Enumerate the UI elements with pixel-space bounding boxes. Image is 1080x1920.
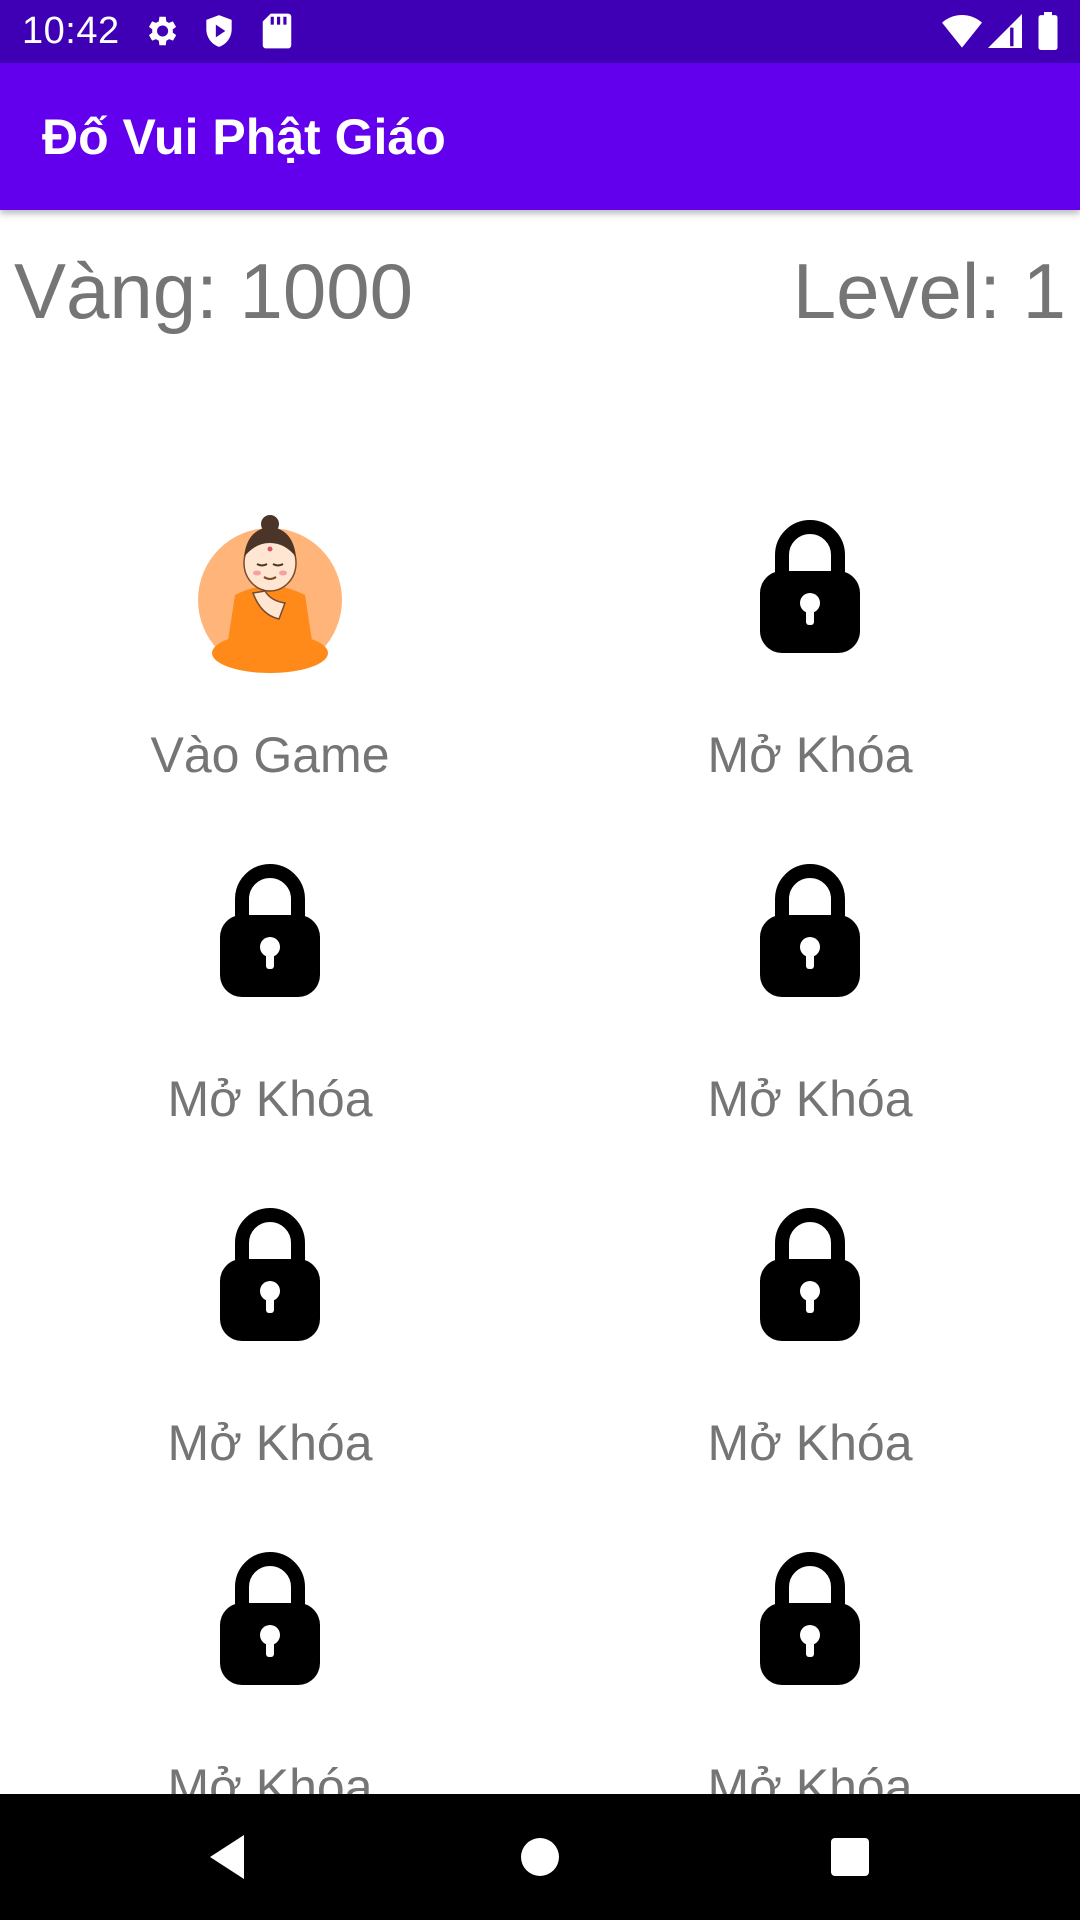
level-label: Mở Khóa	[707, 1415, 913, 1471]
navigation-bar	[0, 1794, 1080, 1920]
level-cell-locked[interactable]: Mở Khóa	[0, 844, 540, 1188]
level-label: Mở Khóa	[707, 1759, 913, 1794]
home-icon[interactable]	[510, 1827, 570, 1892]
app-title: Đố Vui Phật Giáo	[42, 109, 446, 165]
wifi-icon	[942, 12, 982, 55]
level-indicator: Level: 1	[792, 247, 1066, 335]
level-label: Mở Khóa	[707, 727, 913, 783]
status-time: 10:42	[22, 10, 120, 52]
back-icon[interactable]	[200, 1827, 260, 1892]
status-bar: 10:42	[0, 0, 1080, 63]
lock-icon	[760, 859, 860, 1002]
level-cell-locked[interactable]: Mở Khóa	[540, 1532, 1080, 1794]
level-cell-locked[interactable]: Mở Khóa	[0, 1188, 540, 1532]
level-label: Mở Khóa	[707, 1071, 913, 1127]
buddha-icon	[195, 515, 345, 680]
shield-icon	[200, 12, 238, 55]
gold-counter: Vàng: 1000	[14, 247, 414, 335]
lock-icon	[760, 1203, 860, 1346]
lock-icon	[220, 859, 320, 1002]
lock-icon	[220, 1547, 320, 1690]
gear-icon	[142, 12, 180, 55]
level-label: Mở Khóa	[167, 1759, 373, 1794]
level-label: Mở Khóa	[167, 1071, 373, 1127]
level-grid: Vào Game Mở Khóa Mở Khóa Mở Khóa Mở Khóa…	[0, 500, 1080, 1794]
level-cell-locked[interactable]: Mở Khóa	[540, 500, 1080, 844]
recents-icon[interactable]	[820, 1827, 880, 1892]
level-label: Mở Khóa	[167, 1415, 373, 1471]
lock-icon	[760, 515, 860, 658]
level-label: Vào Game	[150, 727, 390, 783]
level-cell-locked[interactable]: Mở Khóa	[0, 1532, 540, 1794]
app-bar: Đố Vui Phật Giáo	[0, 63, 1080, 210]
lock-icon	[220, 1203, 320, 1346]
level-cell-locked[interactable]: Mở Khóa	[540, 1188, 1080, 1532]
lock-icon	[760, 1547, 860, 1690]
level-cell-locked[interactable]: Mở Khóa	[540, 844, 1080, 1188]
level-cell-play[interactable]: Vào Game	[0, 500, 540, 844]
signal-icon	[988, 12, 1022, 55]
battery-icon	[1038, 12, 1058, 55]
sd-card-icon	[260, 12, 294, 55]
